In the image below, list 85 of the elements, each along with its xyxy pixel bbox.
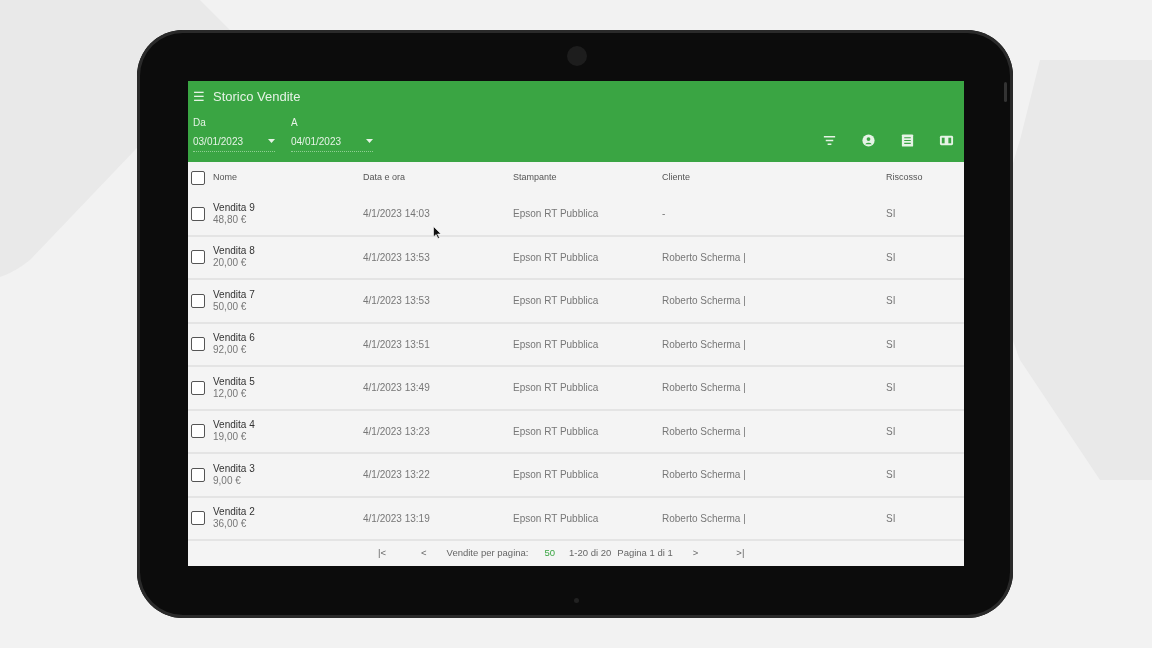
sale-name: Vendita 4 [213, 419, 255, 432]
next-page-button[interactable]: > [692, 546, 699, 561]
table-cell-text: 4/1/2023 13:49 [363, 381, 430, 396]
previous-page-button[interactable]: < [421, 546, 427, 561]
table-cell-text: 4/1/2023 13:19 [363, 511, 430, 526]
row-checkbox[interactable] [191, 424, 205, 439]
column-header: Nome [213, 170, 237, 184]
row-checkbox[interactable] [191, 337, 205, 352]
table-cell-text: SI [886, 511, 896, 526]
table-cell-text: Epson RT Pubblica [513, 381, 599, 396]
table-cell-text: Epson RT Pubblica [513, 337, 599, 352]
sale-amount: 20,00 € [213, 257, 248, 270]
table-cell-text: Roberto Scherma | [662, 294, 746, 309]
table-row[interactable]: Vendita 4 19,00 € 4/1/2023 13:23 Epson RT Pubblica Roberto Scherma | SI [188, 410, 964, 454]
row-checkbox[interactable] [191, 467, 205, 482]
sale-amount: 48,80 € [213, 213, 248, 226]
sale-amount: 92,00 € [213, 344, 248, 357]
table-cell-text: 4/1/2023 13:53 [363, 294, 430, 309]
table-cell-text: 4/1/2023 13:51 [363, 337, 430, 352]
table-cell-text: Epson RT Pubblica [513, 250, 599, 265]
table-cell-text: - [662, 207, 666, 222]
table-row[interactable]: Vendita 3 9,00 € 4/1/2023 13:22 Epson RT Pubblica Roberto Scherma | SI [188, 454, 964, 498]
table-cell-text: Epson RT Pubblica [513, 294, 599, 309]
table-cell-text: SI [886, 294, 896, 309]
table-row[interactable]: Vendita 2 36,00 € 4/1/2023 13:19 Epson RT Pubblica Roberto Scherma | SI [188, 497, 964, 541]
sale-amount: 9,00 € [213, 474, 242, 487]
row-checkbox[interactable] [191, 511, 205, 526]
last-page-button[interactable]: >| [736, 546, 745, 561]
column-header: Riscosso [886, 170, 923, 184]
column-header: Data e ora [363, 170, 406, 184]
table-row[interactable]: Vendita 6 92,00 € 4/1/2023 13:51 Epson RT Pubblica Roberto Scherma | SI [188, 323, 964, 367]
caret-icon [268, 139, 275, 143]
table-row[interactable]: Vendita 5 12,00 € 4/1/2023 13:49 Epson RT Pubblica Roberto Scherma | SI [188, 367, 964, 411]
table-cell-text: Roberto Scherma | [662, 337, 746, 352]
table-cell-text: SI [886, 250, 896, 265]
table-cell-text: Epson RT Pubblica [513, 511, 599, 526]
sale-name: Vendita 6 [213, 332, 255, 345]
first-page-button[interactable]: |< [378, 546, 386, 561]
table-cell-text: SI [886, 381, 896, 396]
table-cell-text: Roberto Scherma | [662, 468, 746, 483]
row-checkbox[interactable] [191, 293, 205, 308]
table-cell-text: Epson RT Pubblica [513, 468, 599, 483]
sale-name: Vendita 2 [213, 506, 255, 519]
sale-amount: 19,00 € [213, 431, 248, 444]
user-icon[interactable] [861, 132, 876, 148]
row-checkbox[interactable] [191, 206, 205, 221]
sale-amount: 36,00 € [213, 518, 248, 531]
table-row[interactable]: Vendita 8 20,00 € 4/1/2023 13:53 Epson RT Pubblica Roberto Scherma | SI [188, 236, 964, 280]
list-icon[interactable] [900, 132, 915, 148]
table-cell-text: SI [886, 424, 896, 439]
sale-name: Vendita 9 [213, 201, 255, 214]
table-row[interactable]: Vendita 9 48,80 € 4/1/2023 14:03 Epson RT Pubblica - SI [188, 193, 964, 237]
table-cell-text: SI [886, 468, 896, 483]
table-cell-text: Roberto Scherma | [662, 424, 746, 439]
per-page-label: Vendite per pagina: [446, 546, 529, 561]
column-header: Stampante [513, 170, 557, 184]
page-text: Pagina 1 di 1 [617, 546, 673, 561]
select-all-checkbox[interactable] [191, 170, 205, 185]
caret-icon [366, 139, 373, 143]
table-cell-text: Epson RT Pubblica [513, 207, 599, 222]
table-cell-text: Epson RT Pubblica [513, 424, 599, 439]
page-title: Storico Vendite [213, 88, 301, 106]
sale-name: Vendita 5 [213, 375, 255, 388]
range-text: 1-20 di 20 [569, 546, 612, 561]
table-cell-text: 4/1/2023 13:53 [363, 250, 430, 265]
table-cell-text: SI [886, 207, 896, 222]
sale-amount: 50,00 € [213, 300, 248, 313]
table-cell-text: Roberto Scherma | [662, 511, 746, 526]
table-cell-text: 4/1/2023 13:22 [363, 468, 430, 483]
row-checkbox[interactable] [191, 380, 205, 395]
sale-name: Vendita 3 [213, 462, 255, 475]
filter-label: Da [193, 115, 207, 130]
table-cell-text: 4/1/2023 14:03 [363, 207, 430, 222]
sale-amount: 12,00 € [213, 387, 248, 400]
filter-label: A [291, 115, 299, 130]
table-cell-text: Roberto Scherma | [662, 381, 746, 396]
sale-name: Vendita 7 [213, 288, 255, 301]
mouse-pointer-icon [433, 226, 442, 239]
column-header: Cliente [662, 170, 690, 184]
sale-name: Vendita 8 [213, 245, 255, 258]
table-cell-text: Roberto Scherma | [662, 250, 746, 265]
row-checkbox[interactable] [191, 250, 205, 265]
table-row[interactable]: Vendita 7 50,00 € 4/1/2023 13:53 Epson RT Pubblica Roberto Scherma | SI [188, 280, 964, 324]
table-cell-text: SI [886, 337, 896, 352]
table-cell-text: 4/1/2023 13:23 [363, 424, 430, 439]
